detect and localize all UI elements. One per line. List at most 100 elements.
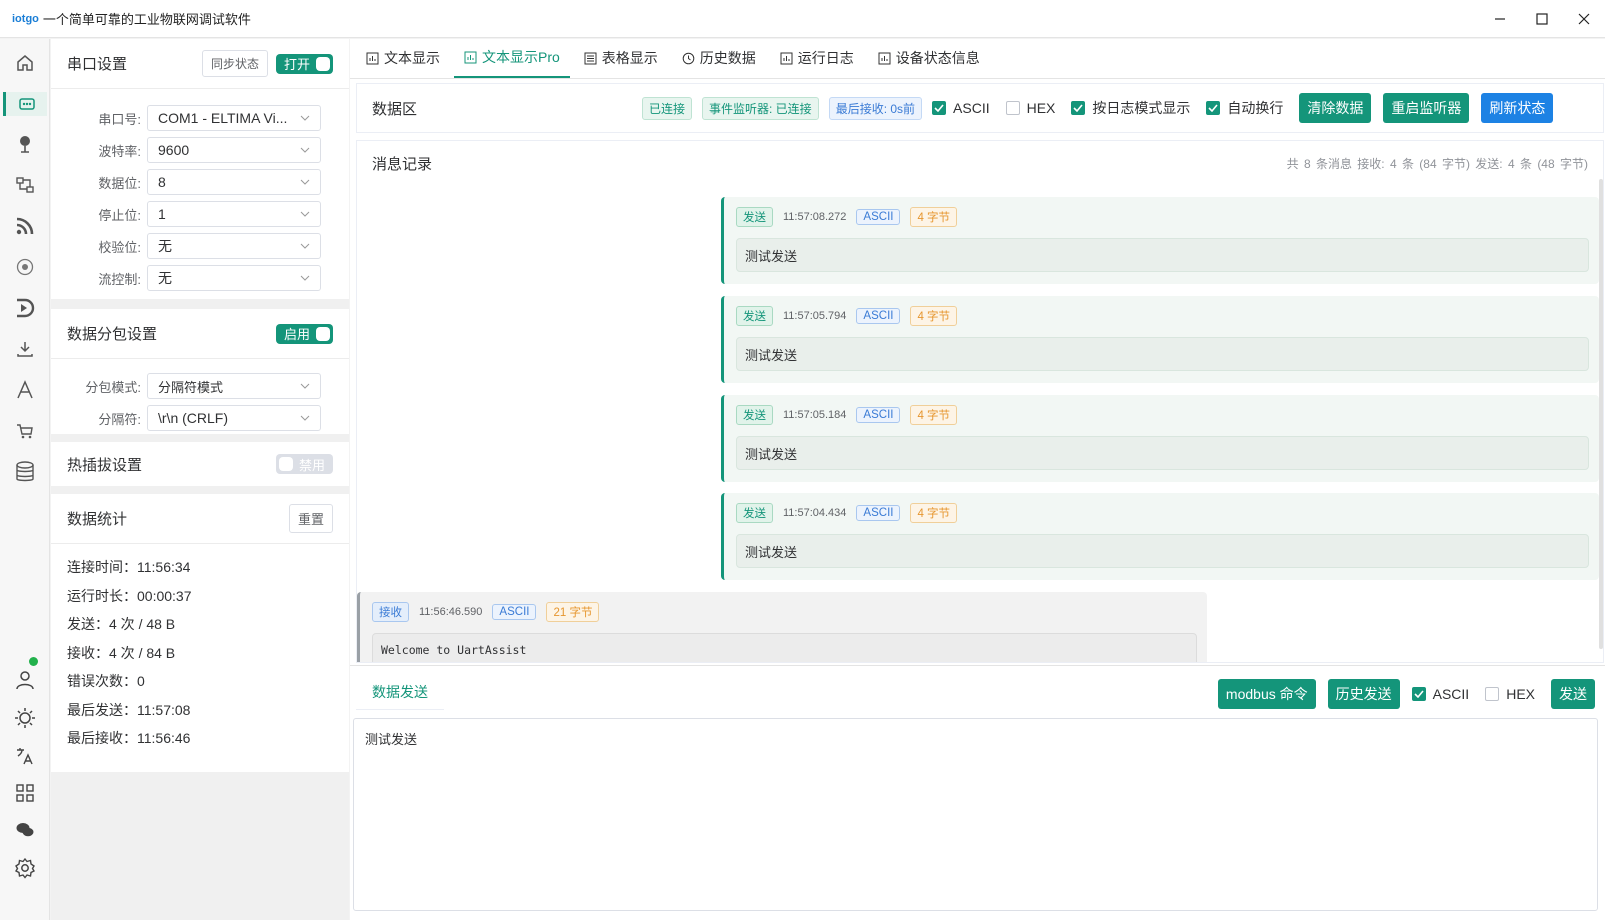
stat-connect-time: 连接时间：11:56:34 (67, 559, 191, 575)
clear-data-button[interactable]: 清除数据 (1299, 93, 1372, 123)
open-port-label: 打开 (283, 57, 310, 72)
cart-icon[interactable] (13, 419, 37, 443)
direction-badge: 接收 (372, 602, 409, 622)
message-time: 11:57:05.184 (783, 409, 847, 421)
tab-text-display[interactable]: 文本显示 (356, 38, 450, 78)
send-hex-checkbox[interactable]: HEX (1485, 686, 1535, 702)
minimize-icon (1495, 18, 1505, 20)
database-icon[interactable] (13, 460, 37, 484)
modbus-command-button[interactable]: modbus 命令 (1217, 679, 1316, 709)
close-button[interactable] (1563, 0, 1605, 38)
tab-label: 文本显示 (384, 50, 440, 66)
format-badge: ASCII (492, 604, 537, 620)
baud-select[interactable]: 9600 (147, 137, 321, 163)
format-badge: ASCII (856, 209, 901, 225)
home-icon[interactable] (13, 51, 37, 75)
minimize-button[interactable] (1479, 0, 1521, 38)
baud-label: 波特率: (98, 143, 141, 159)
parity-label: 校验位: (98, 239, 141, 255)
listener-badge: 事件监听器: 已连接 (702, 96, 819, 120)
databits-label: 数据位: (98, 175, 141, 191)
message-body: 测试发送 (736, 436, 1589, 470)
flow-control-select[interactable]: 无 (147, 265, 321, 291)
format-badge: ASCII (856, 505, 901, 521)
apps-icon[interactable] (13, 781, 37, 805)
hotplug-switch-label: 禁用 (298, 457, 325, 473)
message-time: 11:57:04.434 (783, 507, 847, 519)
settings-icon[interactable] (13, 856, 37, 880)
maximize-button[interactable] (1521, 0, 1563, 38)
log-mode-checkbox[interactable]: 按日志模式显示 (1071, 98, 1190, 118)
play-icon[interactable] (13, 296, 37, 320)
download-icon[interactable] (13, 337, 37, 361)
user-icon[interactable] (13, 668, 37, 692)
chevron-down-icon (300, 383, 310, 389)
tab-data-send[interactable]: 数据发送 (356, 674, 444, 710)
history-icon (682, 52, 695, 64)
direction-badge: 发送 (736, 405, 773, 425)
send-textarea[interactable]: 测试发送 (353, 718, 1598, 911)
format-badge: ASCII (856, 407, 901, 423)
delimiter-label: 分隔符: (98, 411, 141, 427)
settings-panel: 串口设置 同步状态 打开 串口号: COM1 - ELTIMA Vi... 波特率… (51, 39, 349, 920)
serial-port-icon[interactable] (3, 92, 47, 116)
tab-device-status[interactable]: 设备状态信息 (868, 38, 990, 78)
message-item: 发送 11:57:08.272 ASCII 4 字节 测试发送 (721, 197, 1599, 284)
theme-icon[interactable] (13, 706, 37, 730)
chevron-down-icon (300, 275, 310, 281)
stats-card: 数据统计 重置 连接时间：11:56:34 运行时长：00:00:37 发送：4… (51, 494, 349, 772)
direction-badge: 发送 (736, 503, 773, 523)
scrollbar[interactable] (1599, 179, 1603, 649)
font-icon[interactable] (13, 378, 37, 402)
databits-select[interactable]: 8 (147, 169, 321, 195)
hotplug-switch[interactable]: 禁用 (275, 454, 333, 474)
direction-badge: 发送 (736, 207, 773, 227)
message-time: 11:57:08.272 (783, 211, 847, 223)
tab-table-display[interactable]: 表格显示 (574, 38, 668, 78)
history-send-button[interactable]: 历史发送 (1327, 679, 1400, 709)
target-icon[interactable] (13, 255, 37, 279)
chat-icon[interactable] (13, 818, 37, 842)
packet-mode-select[interactable]: 分隔符模式 (147, 373, 321, 399)
packet-mode-label: 分包模式: (85, 379, 141, 395)
size-badge: 4 字节 (910, 405, 958, 425)
stopbits-select[interactable]: 1 (147, 201, 321, 227)
delimiter-select[interactable]: \r\n (CRLF) (147, 405, 321, 431)
hex-checkbox[interactable]: HEX (1005, 100, 1055, 116)
open-port-switch[interactable]: 打开 (275, 53, 333, 74)
restart-listener-button[interactable]: 重启监听器 (1383, 93, 1470, 123)
format-badge: ASCII (856, 308, 901, 324)
send-button[interactable]: 发送 (1551, 679, 1595, 709)
flow-control-label: 流控制: (98, 271, 141, 287)
sync-status-button[interactable]: 同步状态 (201, 50, 268, 77)
rss-icon[interactable] (13, 214, 37, 238)
message-body: 测试发送 (736, 238, 1589, 272)
network-icon[interactable] (13, 173, 37, 197)
tab-text-display-pro[interactable]: 文本显示Pro (454, 38, 570, 78)
tab-run-log[interactable]: 运行日志 (770, 38, 864, 78)
nav-rail (0, 39, 50, 920)
refresh-status-button[interactable]: 刷新状态 (1481, 93, 1554, 123)
chevron-down-icon (300, 211, 310, 217)
table-icon (584, 52, 597, 64)
tab-history-data[interactable]: 历史数据 (672, 38, 766, 78)
port-select[interactable]: COM1 - ELTIMA Vi... (147, 105, 321, 131)
translate-icon[interactable] (13, 744, 37, 768)
message-time: 11:57:05.794 (783, 310, 847, 322)
last-receive-badge: 最后接收: 0s前 (828, 96, 923, 120)
databits-value: 8 (158, 174, 166, 190)
chevron-down-icon (300, 243, 310, 249)
auto-wrap-checkbox[interactable]: 自动换行 (1206, 98, 1283, 118)
reset-stats-button[interactable]: 重置 (288, 504, 333, 533)
ascii-checkbox[interactable]: ASCII (932, 100, 990, 116)
send-ascii-checkbox[interactable]: ASCII (1411, 686, 1469, 702)
tab-label: 运行日志 (797, 50, 854, 66)
chevron-down-icon (300, 415, 310, 421)
parity-select[interactable]: 无 (147, 233, 321, 259)
mqtt-icon[interactable] (13, 132, 37, 156)
packet-enable-switch[interactable]: 启用 (275, 323, 333, 344)
stopbits-label: 停止位: (98, 207, 141, 223)
data-area-toolbar: 数据区 已连接 事件监听器: 已连接 最后接收: 0s前 ASCII HEX 按… (356, 83, 1604, 133)
ascii-checkbox-label: ASCII (953, 100, 990, 116)
size-badge: 4 字节 (910, 306, 958, 326)
